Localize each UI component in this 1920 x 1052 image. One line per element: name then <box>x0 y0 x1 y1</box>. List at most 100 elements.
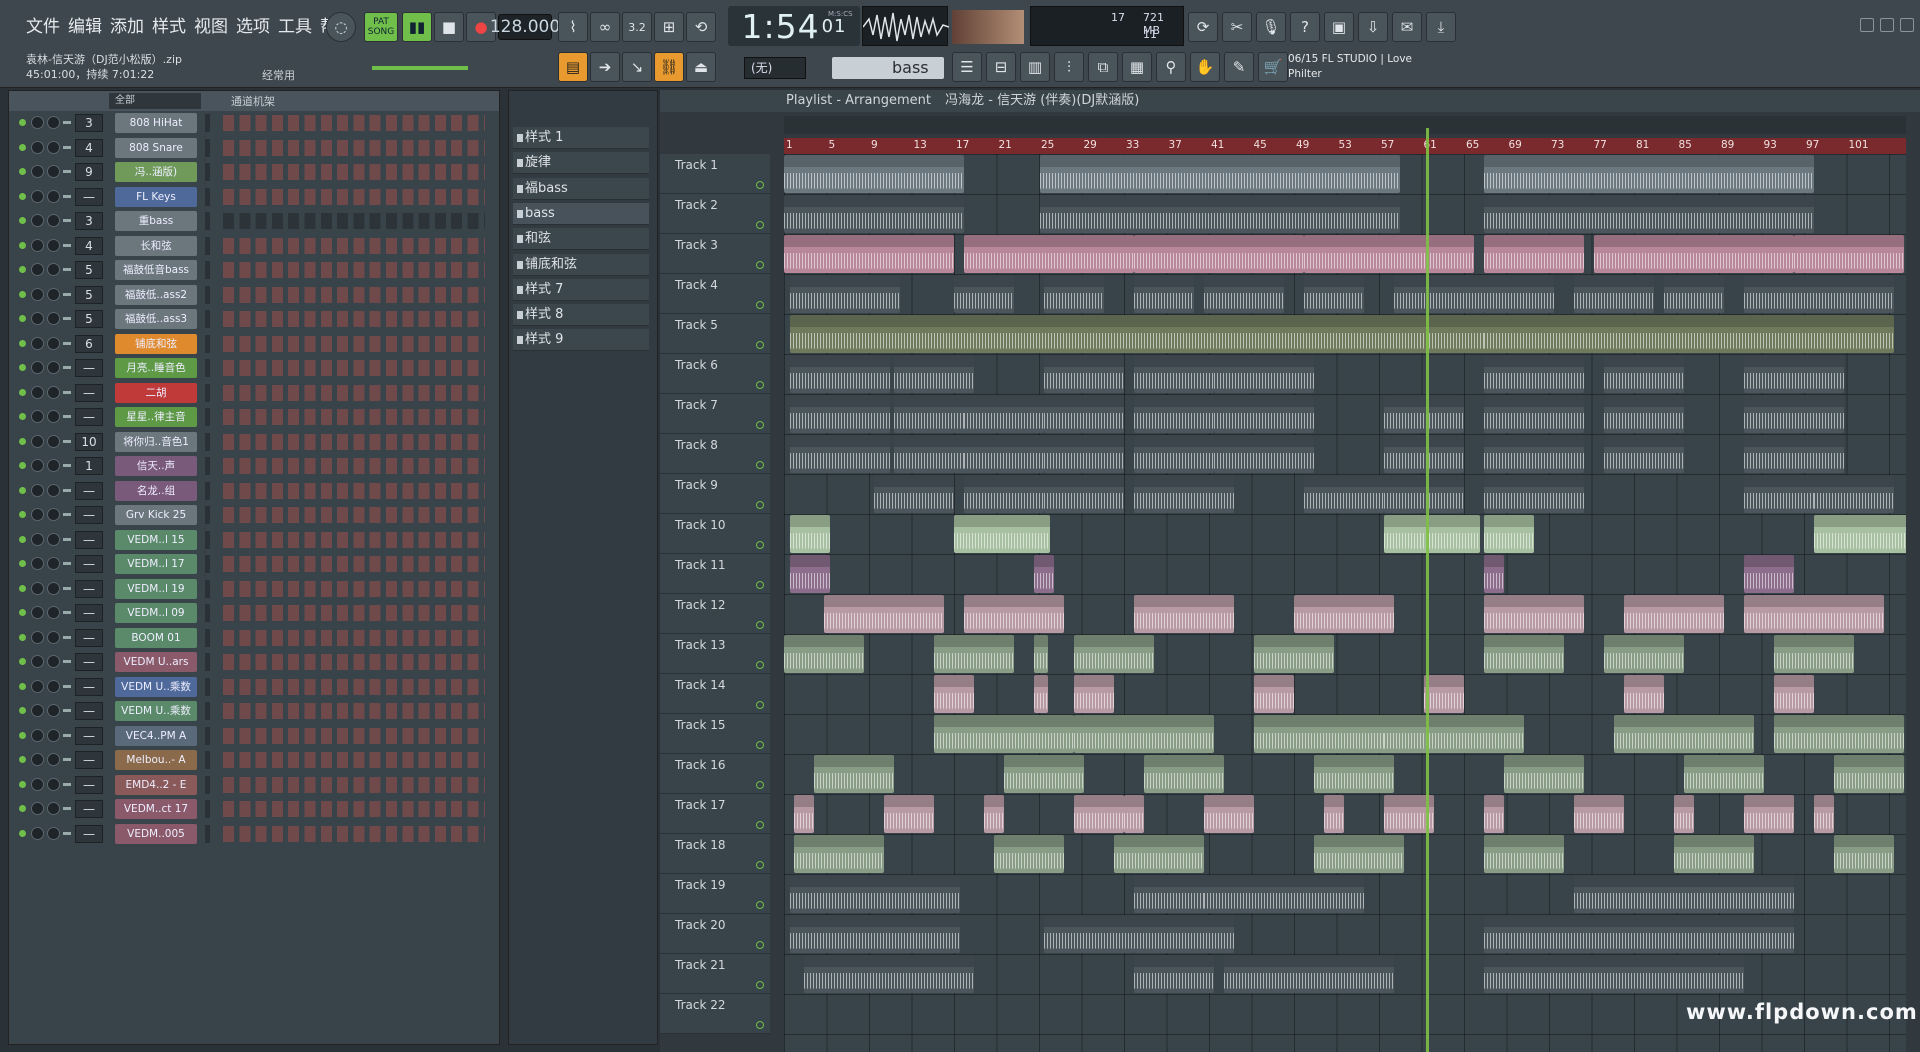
cut-icon[interactable]: ✂ <box>1222 12 1252 42</box>
channel-name-button[interactable]: 重bass <box>115 211 197 231</box>
channel-name-button[interactable]: VEDM..l 15 <box>115 529 197 550</box>
playlist-clip[interactable] <box>1774 635 1854 673</box>
arrow-icon[interactable]: ➔ <box>590 52 620 82</box>
channel-row[interactable]: — VEDM..005 <box>9 822 499 846</box>
channel-select-indicator[interactable] <box>205 457 210 475</box>
pan-knob-icon[interactable] <box>31 336 44 350</box>
playlist-clip[interactable] <box>1034 635 1048 673</box>
channel-select-indicator[interactable] <box>205 800 210 818</box>
track-led-icon[interactable] <box>756 781 764 789</box>
loop-record-icon[interactable]: ⟲ <box>686 12 716 42</box>
save-icon[interactable]: ▣ <box>1324 12 1354 42</box>
volume-knob-icon[interactable] <box>47 606 60 619</box>
playlist-clip[interactable] <box>1384 475 1464 513</box>
mute-icon[interactable] <box>63 243 71 247</box>
channel-row[interactable]: 5 福鼓低..ass2 <box>9 283 499 307</box>
channel-name-button[interactable]: VEDM..l 09 <box>115 603 197 623</box>
playlist-clip[interactable] <box>1574 275 1654 313</box>
playlist-clip[interactable] <box>954 515 1050 553</box>
volume-knob-icon[interactable] <box>47 189 60 203</box>
volume-knob-icon[interactable] <box>47 165 60 178</box>
playlist-clip[interactable] <box>1744 435 1844 473</box>
mute-icon[interactable] <box>63 390 71 394</box>
playlist-clip[interactable] <box>874 475 954 513</box>
volume-knob-icon[interactable] <box>47 214 60 227</box>
timeline-ruler[interactable]: 1 5 9 13 17 21 25 29 33 37 41 45 49 53 57 61 65 69 73 77 81 8… <box>784 138 1906 154</box>
channel-select-indicator[interactable] <box>205 751 210 769</box>
pattern-item[interactable]: 福bass <box>513 177 649 200</box>
channel-led-icon[interactable] <box>19 756 26 763</box>
playlist-clip[interactable] <box>1044 915 1134 953</box>
playlist-clip[interactable] <box>790 915 960 953</box>
playlist-clip[interactable] <box>1134 475 1234 513</box>
arrangement-grid[interactable] <box>784 154 1906 1052</box>
playlist-clip[interactable] <box>1504 755 1584 793</box>
playlist-clip[interactable] <box>1214 395 1314 433</box>
mixer-track-number[interactable]: 1 <box>75 457 103 475</box>
stamp-icon[interactable]: ⏏ <box>686 52 716 82</box>
channel-name-button[interactable]: VEDM..ct 17 <box>115 799 197 819</box>
playlist-clip[interactable] <box>1674 795 1694 833</box>
playlist-clip[interactable] <box>964 475 1044 513</box>
mixer-track-number[interactable]: 4 <box>75 138 103 157</box>
pattern-select[interactable]: bass <box>832 57 944 79</box>
channel-select-indicator[interactable] <box>205 334 210 353</box>
playlist-clip[interactable] <box>1834 835 1894 873</box>
playlist-clip[interactable] <box>1484 475 1584 513</box>
channel-row[interactable]: 4 808 Snare <box>9 136 499 160</box>
channel-select-indicator[interactable] <box>205 114 210 132</box>
mixer-track-number[interactable]: 5 <box>75 310 103 328</box>
mute-icon[interactable] <box>63 219 71 222</box>
menu-patterns[interactable]: 样式 <box>152 12 186 37</box>
playlist-clip[interactable] <box>814 755 894 793</box>
playlist-clip[interactable] <box>1484 195 1814 233</box>
playlist-clip[interactable] <box>934 675 974 713</box>
track-header[interactable]: Track 12 <box>660 594 770 634</box>
playlist-clip[interactable] <box>1484 555 1504 593</box>
track-led-icon[interactable] <box>756 901 764 909</box>
channel-select-indicator[interactable] <box>205 726 210 745</box>
channel-name-button[interactable]: Melbou..- A <box>115 750 197 770</box>
chat-icon[interactable]: ✉ <box>1392 12 1422 42</box>
pan-knob-icon[interactable] <box>31 508 44 521</box>
channel-select-indicator[interactable] <box>205 236 210 255</box>
track-led-icon[interactable] <box>756 461 764 469</box>
channel-row[interactable]: — VEDM..l 15 <box>9 528 499 552</box>
channel-name-button[interactable]: VEDM..l 19 <box>115 578 197 599</box>
step-sequencer[interactable] <box>223 752 485 768</box>
menu-view[interactable]: 视图 <box>194 12 228 37</box>
maximize-icon[interactable] <box>1880 18 1894 32</box>
channel-select-indicator[interactable] <box>205 481 210 500</box>
typing-keyboard-icon[interactable]: ⌇ <box>558 12 588 42</box>
playlist-clip[interactable] <box>790 275 900 313</box>
pattern-item[interactable]: 样式 1 <box>513 127 649 149</box>
mixer-track-number[interactable]: — <box>75 530 103 549</box>
channel-select-indicator[interactable] <box>205 530 210 549</box>
mute-icon[interactable] <box>63 145 71 149</box>
step-sequencer[interactable] <box>223 188 485 205</box>
channel-led-icon[interactable] <box>19 584 26 592</box>
pan-knob-icon[interactable] <box>31 459 44 472</box>
channel-name-button[interactable]: 福鼓低..ass3 <box>115 309 197 329</box>
step-sequencer[interactable] <box>223 384 485 401</box>
channel-row[interactable]: — 星星..律主音 <box>9 405 499 429</box>
playlist-clip[interactable] <box>1814 795 1834 833</box>
track-led-icon[interactable] <box>756 701 764 709</box>
channel-led-icon[interactable] <box>19 780 26 788</box>
mixer-track-number[interactable]: 5 <box>75 285 103 304</box>
mixer-track-number[interactable]: — <box>75 800 103 818</box>
snap-icon[interactable]: ↘ <box>622 52 652 82</box>
playlist-clip[interactable] <box>1294 595 1394 633</box>
playlist-clip[interactable] <box>1034 555 1054 593</box>
track-led-icon[interactable] <box>756 501 764 509</box>
playlist-clip[interactable] <box>794 835 884 873</box>
channel-select-indicator[interactable] <box>205 432 210 451</box>
track-header[interactable]: Track 18 <box>660 834 770 874</box>
playlist-scrollbar[interactable] <box>784 116 1906 134</box>
playlist-clip[interactable] <box>1044 435 1124 473</box>
playlist-clip[interactable] <box>964 435 1044 473</box>
pan-knob-icon[interactable] <box>31 753 44 766</box>
volume-knob-icon[interactable] <box>47 777 60 791</box>
volume-knob-icon[interactable] <box>47 630 60 644</box>
track-led-icon[interactable] <box>756 421 764 429</box>
